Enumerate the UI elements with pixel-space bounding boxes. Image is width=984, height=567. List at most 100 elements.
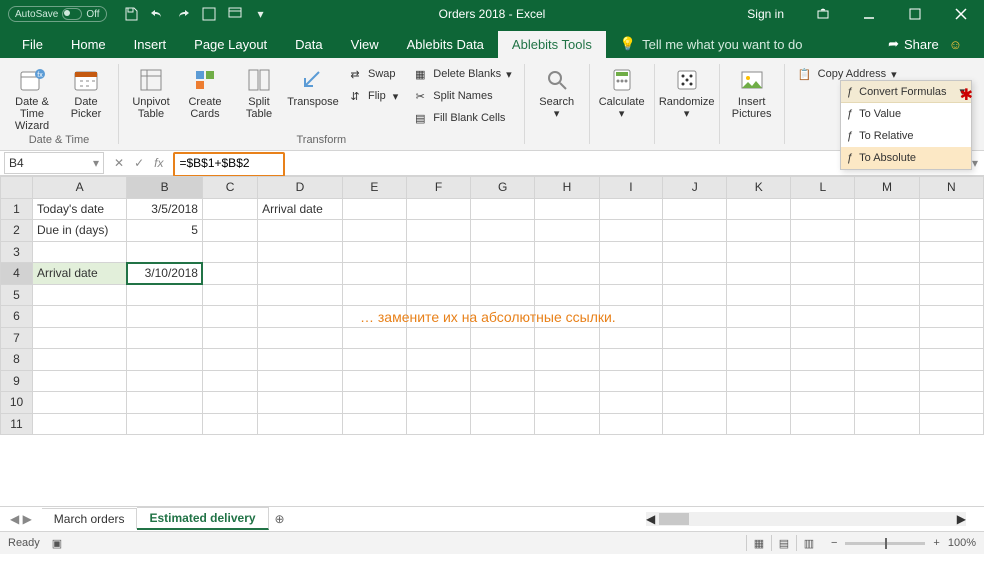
- cell-F7[interactable]: [406, 327, 470, 349]
- cell-A3[interactable]: [33, 241, 127, 263]
- macro-record-icon[interactable]: ▣: [52, 537, 62, 550]
- cell-G11[interactable]: [471, 413, 535, 435]
- split-names-button[interactable]: ✂Split Names: [408, 86, 515, 106]
- smiley-icon[interactable]: ☺: [949, 37, 962, 52]
- cell-K9[interactable]: [727, 370, 791, 392]
- enter-formula-icon[interactable]: ✓: [134, 156, 144, 170]
- cell-M1[interactable]: [855, 198, 919, 220]
- cell-L5[interactable]: [791, 284, 855, 306]
- cell-M4[interactable]: [855, 263, 919, 285]
- cell-C11[interactable]: [202, 413, 257, 435]
- cell-L6[interactable]: [791, 306, 855, 328]
- col-header-N[interactable]: N: [919, 177, 983, 199]
- view-page-icon[interactable]: ▤: [771, 535, 796, 551]
- cell-N5[interactable]: [919, 284, 983, 306]
- view-normal-icon[interactable]: ▦: [746, 535, 771, 551]
- cell-C6[interactable]: [202, 306, 257, 328]
- to-absolute-item[interactable]: ƒTo Absolute ✱: [841, 147, 971, 169]
- cell-F2[interactable]: [406, 220, 470, 242]
- cell-G1[interactable]: [471, 198, 535, 220]
- cell-D6[interactable]: [258, 306, 343, 328]
- cell-N2[interactable]: [919, 220, 983, 242]
- cell-H2[interactable]: [535, 220, 599, 242]
- cell-A10[interactable]: [33, 392, 127, 414]
- col-header-F[interactable]: F: [406, 177, 470, 199]
- col-header-H[interactable]: H: [535, 177, 599, 199]
- cell-I2[interactable]: [599, 220, 663, 242]
- cell-F4[interactable]: [406, 263, 470, 285]
- sheet-nav[interactable]: ◀ ▶: [0, 512, 42, 526]
- cell-M6[interactable]: [855, 306, 919, 328]
- horizontal-scrollbar[interactable]: ◀▶: [646, 512, 966, 526]
- sheet-tab-estimated[interactable]: Estimated delivery: [137, 507, 268, 530]
- cell-K6[interactable]: [727, 306, 791, 328]
- cell-K11[interactable]: [727, 413, 791, 435]
- add-sheet-button[interactable]: ⊕: [269, 512, 291, 526]
- cell-L4[interactable]: [791, 263, 855, 285]
- randomize-button[interactable]: Randomize▾: [663, 62, 711, 120]
- cell-B8[interactable]: [127, 349, 203, 371]
- cell-H7[interactable]: [535, 327, 599, 349]
- cell-H10[interactable]: [535, 392, 599, 414]
- cell-G8[interactable]: [471, 349, 535, 371]
- qat-icon-1[interactable]: [201, 6, 217, 22]
- row-header-5[interactable]: 5: [1, 284, 33, 306]
- cell-H4[interactable]: [535, 263, 599, 285]
- redo-icon[interactable]: [175, 6, 191, 22]
- cell-K2[interactable]: [727, 220, 791, 242]
- cell-N8[interactable]: [919, 349, 983, 371]
- cell-I4[interactable]: [599, 263, 663, 285]
- close-icon[interactable]: [938, 0, 984, 28]
- cell-N4[interactable]: [919, 263, 983, 285]
- cell-M9[interactable]: [855, 370, 919, 392]
- cell-E8[interactable]: [342, 349, 406, 371]
- cell-A9[interactable]: [33, 370, 127, 392]
- cell-B2[interactable]: 5: [127, 220, 203, 242]
- cell-B10[interactable]: [127, 392, 203, 414]
- cell-J11[interactable]: [663, 413, 727, 435]
- cell-N11[interactable]: [919, 413, 983, 435]
- cell-K1[interactable]: [727, 198, 791, 220]
- cell-J1[interactable]: [663, 198, 727, 220]
- cell-L8[interactable]: [791, 349, 855, 371]
- cell-F3[interactable]: [406, 241, 470, 263]
- col-header-B[interactable]: B: [127, 177, 203, 199]
- signin-link[interactable]: Sign in: [747, 7, 784, 21]
- sheet-tab-march[interactable]: March orders: [42, 508, 138, 529]
- row-header-9[interactable]: 9: [1, 370, 33, 392]
- cell-I10[interactable]: [599, 392, 663, 414]
- cell-D9[interactable]: [258, 370, 343, 392]
- flip-button[interactable]: ⇵Flip▾: [343, 86, 402, 106]
- insert-pictures-button[interactable]: InsertPictures: [728, 62, 776, 120]
- minimize-icon[interactable]: [846, 0, 892, 28]
- create-cards-button[interactable]: CreateCards: [181, 62, 229, 120]
- cell-M8[interactable]: [855, 349, 919, 371]
- qat-dropdown-icon[interactable]: ▾: [253, 6, 269, 22]
- cell-A4[interactable]: Arrival date: [33, 263, 127, 285]
- cell-M2[interactable]: [855, 220, 919, 242]
- cell-G5[interactable]: [471, 284, 535, 306]
- cell-A8[interactable]: [33, 349, 127, 371]
- cell-K4[interactable]: [727, 263, 791, 285]
- name-box[interactable]: B4▾: [4, 152, 104, 174]
- cell-H9[interactable]: [535, 370, 599, 392]
- view-break-icon[interactable]: ▥: [796, 535, 821, 551]
- date-picker-button[interactable]: DatePicker: [62, 62, 110, 120]
- cell-A5[interactable]: [33, 284, 127, 306]
- tab-ablebits-tools[interactable]: Ablebits Tools: [498, 31, 606, 58]
- cell-N6[interactable]: [919, 306, 983, 328]
- cell-D4[interactable]: [258, 263, 343, 285]
- cell-J6[interactable]: [663, 306, 727, 328]
- cell-K10[interactable]: [727, 392, 791, 414]
- transpose-button[interactable]: Transpose: [289, 62, 337, 108]
- col-header-A[interactable]: A: [33, 177, 127, 199]
- cell-B6[interactable]: [127, 306, 203, 328]
- expand-formula-icon[interactable]: ▾: [972, 156, 978, 170]
- row-header-6[interactable]: 6: [1, 306, 33, 328]
- calculate-button[interactable]: Calculate▾: [598, 62, 646, 120]
- row-header-3[interactable]: 3: [1, 241, 33, 263]
- cell-E1[interactable]: [342, 198, 406, 220]
- row-header-11[interactable]: 11: [1, 413, 33, 435]
- cell-L10[interactable]: [791, 392, 855, 414]
- autosave-toggle[interactable]: AutoSave Off: [8, 6, 107, 22]
